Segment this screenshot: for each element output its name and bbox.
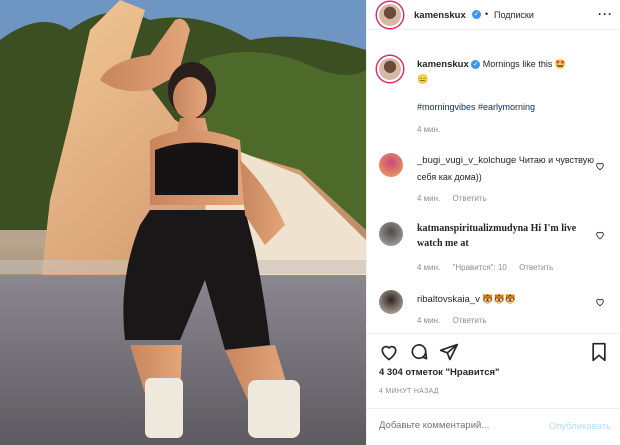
commenter-avatar[interactable] (379, 153, 403, 177)
author-username[interactable]: kamenskux (414, 10, 466, 21)
photo-illustration (0, 0, 366, 445)
reply-button[interactable]: Ответить (453, 316, 487, 325)
comment-meta: 4 мин. Ответить (417, 316, 497, 325)
comment-username[interactable]: katmanspiritualizmudyna (417, 223, 528, 234)
dot-separator: • (485, 9, 489, 19)
add-comment-bar: Опубликовать (367, 408, 620, 445)
list-item: ribaltovskaia_v 🐯🐯🐯 4 мин. Ответить (367, 288, 620, 330)
bookmark-icon[interactable] (589, 342, 609, 362)
comment-meta: 4 мин. "Нравится": 10 Ответить (417, 263, 563, 272)
heart-icon[interactable] (595, 297, 605, 307)
comment-body: 🐯🐯🐯 (482, 294, 516, 304)
caption: kamenskux ✓ Mornings like this 🤩 😑 #morn… (367, 56, 620, 146)
author-avatar[interactable] (377, 2, 403, 28)
list-item: katmanspiritualizmudyna Hi I'm live watc… (367, 220, 620, 275)
caption-avatar[interactable] (377, 56, 403, 82)
heart-icon[interactable] (595, 161, 605, 171)
publish-button[interactable]: Опубликовать (549, 421, 611, 432)
hashtags[interactable]: #morningvibes #earlymorning (417, 100, 535, 114)
commenter-avatar[interactable] (379, 290, 403, 314)
like-heart-icon[interactable] (379, 342, 399, 362)
comment-time[interactable]: 4 мин. (417, 263, 440, 272)
share-icon[interactable] (439, 342, 459, 362)
reply-button[interactable]: Ответить (453, 194, 487, 203)
caption-emoji: 😑 (417, 74, 429, 84)
post-time[interactable]: 4 МИНУТ НАЗАД (379, 388, 439, 395)
caption-username[interactable]: kamenskux (417, 59, 469, 70)
comment-text: _bugi_vugi_v_kolchuge Читаю и чувствую с… (417, 152, 602, 185)
comment-text: katmanspiritualizmudyna Hi I'm live watc… (417, 221, 602, 251)
commenter-avatar[interactable] (379, 222, 403, 246)
caption-body: Mornings like this 🤩 (482, 59, 567, 69)
caption-time[interactable]: 4 мин. (417, 125, 440, 134)
comment-icon[interactable] (409, 342, 429, 362)
heart-icon[interactable] (595, 230, 605, 240)
comment-username[interactable]: ribaltovskaia_v (417, 294, 480, 305)
list-item: _bugi_vugi_v_kolchuge Читаю и чувствую с… (367, 150, 620, 205)
verified-icon: ✓ (471, 60, 481, 70)
post-header: kamenskux ✓ • Подписки ··· (367, 0, 620, 30)
post-panel: kamenskux ✓ • Подписки ··· kamenskux ✓ M… (366, 0, 620, 445)
follow-button[interactable]: Подписки (494, 10, 534, 20)
comment-username[interactable]: _bugi_vugi_v_kolchuge (417, 155, 516, 166)
verified-icon: ✓ (472, 10, 481, 19)
post-photo[interactable] (0, 0, 366, 445)
comment-text: ribaltovskaia_v 🐯🐯🐯 (417, 292, 602, 307)
reply-button[interactable]: Ответить (519, 263, 553, 272)
comment-input[interactable] (379, 420, 539, 431)
comment-meta: 4 мин. Ответить (417, 194, 497, 203)
caption-text: kamenskux ✓ Mornings like this 🤩 😑 (417, 57, 607, 86)
comment-likes[interactable]: "Нравится": 10 (453, 263, 507, 272)
more-options-icon[interactable]: ··· (598, 7, 613, 21)
post-actions: 4 304 отметок "Нравится" 4 МИНУТ НАЗАД (367, 333, 620, 415)
likes-count[interactable]: 4 304 отметок "Нравится" (379, 367, 500, 378)
comment-time[interactable]: 4 мин. (417, 194, 440, 203)
comment-time[interactable]: 4 мин. (417, 316, 440, 325)
